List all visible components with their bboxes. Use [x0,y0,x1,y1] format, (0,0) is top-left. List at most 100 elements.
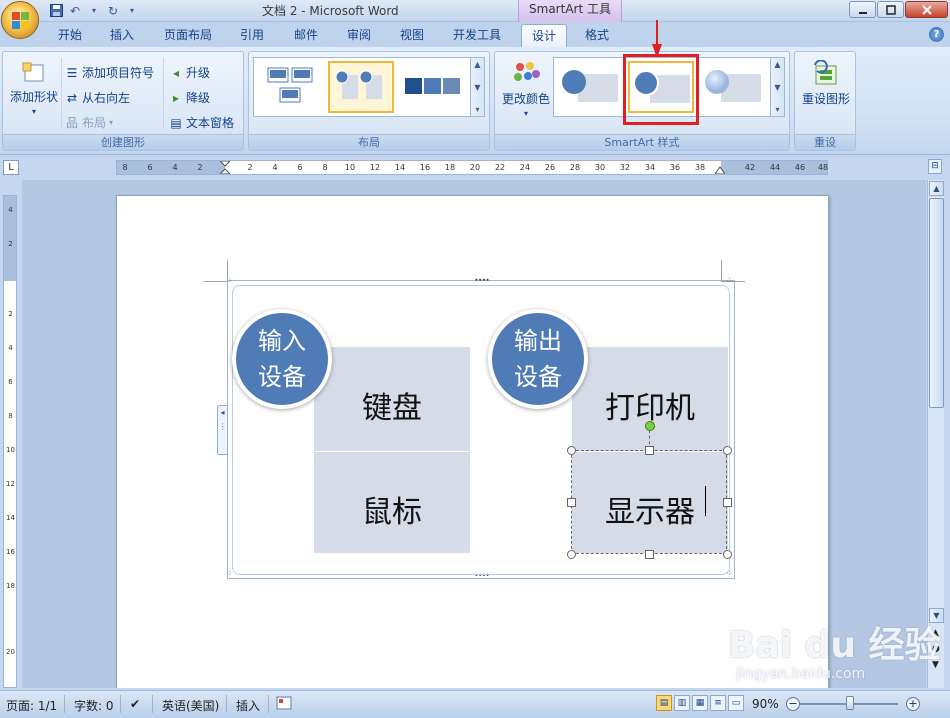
content-box-input[interactable]: 键盘 鼠标 [314,347,470,553]
zoom-level[interactable]: 90% [752,697,779,711]
ruler-tick: 2 [8,310,13,318]
style-option[interactable] [557,61,623,113]
redo-icon[interactable]: ↻ [105,3,121,19]
horizontal-ruler[interactable]: 8 6 4 2 2 4 6 8 10 12 14 16 18 20 22 24 … [116,160,828,175]
page-count[interactable]: 页面: 1/1 [6,697,57,714]
ruler-tick: 8 [122,163,128,172]
tab-home[interactable]: 开始 [50,24,90,47]
ruler-tick: 6 [147,163,153,172]
layout-gallery-scroll[interactable]: ▲ ▼ ▾ [470,58,484,116]
insert-mode-indicator[interactable]: 插入 [236,697,260,714]
resize-handle[interactable] [723,498,732,507]
item-mouse[interactable]: 鼠标 [314,487,470,531]
layout-dropdown-button[interactable]: 品 布局 ▾ [65,114,113,131]
maximize-button[interactable] [877,1,904,18]
resize-handle[interactable] [645,550,654,559]
scroll-thumb[interactable] [929,198,944,408]
scroll-up-icon[interactable]: ▲ [774,60,780,69]
tab-format[interactable]: 格式 [576,24,618,47]
vertical-ruler[interactable]: 4 2 2 4 6 8 10 12 14 16 18 20 [3,195,17,688]
text-pane-button[interactable]: ▤ 文本窗格 [169,114,234,131]
style-option[interactable] [700,61,766,113]
shape-selection-box [571,450,727,554]
change-colors-button[interactable]: 更改颜色 ▾ [500,60,552,118]
more-icon[interactable]: ▾ [775,105,779,114]
reset-graphic-button[interactable]: 重设图形 [797,60,855,107]
demote-button[interactable]: ▸ 降级 [169,89,210,106]
add-shape-button[interactable]: 添加形状 ▾ [9,60,59,116]
print-layout-view-button[interactable]: ▤ [656,695,672,711]
zoom-slider-thumb[interactable] [846,696,854,710]
heading-circle-input[interactable]: 输入 设备 [232,309,332,409]
full-screen-reading-view-button[interactable]: ▥ [674,695,690,711]
tab-insert[interactable]: 插入 [102,24,142,47]
outline-view-button[interactable]: ≡ [710,695,726,711]
ruler-tick: 14 [394,163,406,172]
macro-record-icon[interactable] [276,695,292,714]
tab-developer[interactable]: 开发工具 [447,24,507,47]
view-ruler-icon[interactable]: ⊟ [928,159,942,174]
tab-page-layout[interactable]: 页面布局 [158,24,218,47]
indent-marker-icon[interactable] [220,161,230,174]
vertical-scrollbar[interactable]: ▲ ▼ ▲ ● ▼ [927,180,944,688]
tab-stop-selector[interactable]: L [3,160,19,175]
frame-handle-top[interactable]: •••• [474,277,490,285]
scroll-up-button[interactable]: ▲ [929,181,944,196]
web-layout-view-button[interactable]: ▦ [692,695,708,711]
ruler-tick: 42 [744,163,756,172]
ruler-tick: 16 [419,163,431,172]
tab-mailings[interactable]: 邮件 [286,24,326,47]
frame-handle-corner[interactable]: ⁘ [726,277,733,285]
undo-icon[interactable]: ↶ [67,3,83,19]
resize-handle[interactable] [567,550,576,559]
frame-handle-corner[interactable]: ⁘ [226,277,233,285]
add-bullet-button[interactable]: ☰ 添加项目符号 [65,64,154,81]
rotation-handle[interactable] [645,421,655,431]
text-caret [705,486,706,516]
draft-view-button[interactable]: ▭ [728,695,744,711]
proofing-icon[interactable]: ✔ [130,697,140,711]
layout-option[interactable] [257,61,323,113]
office-button[interactable] [1,1,39,39]
resize-handle[interactable] [567,498,576,507]
scroll-down-icon[interactable]: ▼ [774,83,780,92]
more-icon[interactable]: ▾ [475,105,479,114]
scroll-up-icon[interactable]: ▲ [474,60,480,69]
zoom-in-button[interactable]: + [906,697,920,711]
tab-review[interactable]: 审阅 [339,24,379,47]
resize-handle[interactable] [567,446,576,455]
tab-design[interactable]: 设计 [521,24,567,47]
resize-handle[interactable] [723,446,732,455]
promote-button[interactable]: ◂ 升级 [169,64,210,81]
ruler-tick: 8 [8,412,13,420]
language-indicator[interactable]: 英语(美国) [162,697,219,714]
item-keyboard[interactable]: 键盘 [314,383,470,427]
divider [268,695,269,713]
save-icon[interactable] [48,3,64,19]
help-icon[interactable]: ? [929,27,944,42]
word-count[interactable]: 字数: 0 [74,697,114,714]
style-gallery-scroll[interactable]: ▲ ▼ ▾ [770,58,784,116]
scroll-down-icon[interactable]: ▼ [474,83,480,92]
layout-option[interactable] [400,61,466,113]
demote-label: 降级 [186,91,211,105]
frame-handle-corner[interactable]: ⁘ [226,570,233,578]
layout-option-selected[interactable] [328,61,394,113]
zoom-out-button[interactable]: − [786,697,800,711]
group-label-smartart-styles: SmartArt 样式 [495,134,789,150]
text-pane-toggle-tab[interactable]: ◂ ⋮ [217,405,228,455]
smartart-tools-context-label: SmartArt 工具 [518,0,622,22]
tab-view[interactable]: 视图 [392,24,432,47]
resize-handle[interactable] [723,550,732,559]
layout-gallery[interactable]: ▲ ▼ ▾ [253,57,485,117]
heading-circle-output[interactable]: 输出 设备 [488,309,588,409]
customize-qat-icon[interactable]: ▾ [124,3,140,19]
reset-graphic-icon [814,60,837,85]
resize-handle[interactable] [645,446,654,455]
close-button[interactable] [905,1,948,18]
undo-dropdown-icon[interactable]: ▾ [86,3,102,19]
minimize-button[interactable] [849,1,876,18]
right-to-left-button[interactable]: ⇄ 从右向左 [65,89,130,106]
right-indent-marker-icon[interactable] [715,165,725,174]
tab-references[interactable]: 引用 [232,24,272,47]
